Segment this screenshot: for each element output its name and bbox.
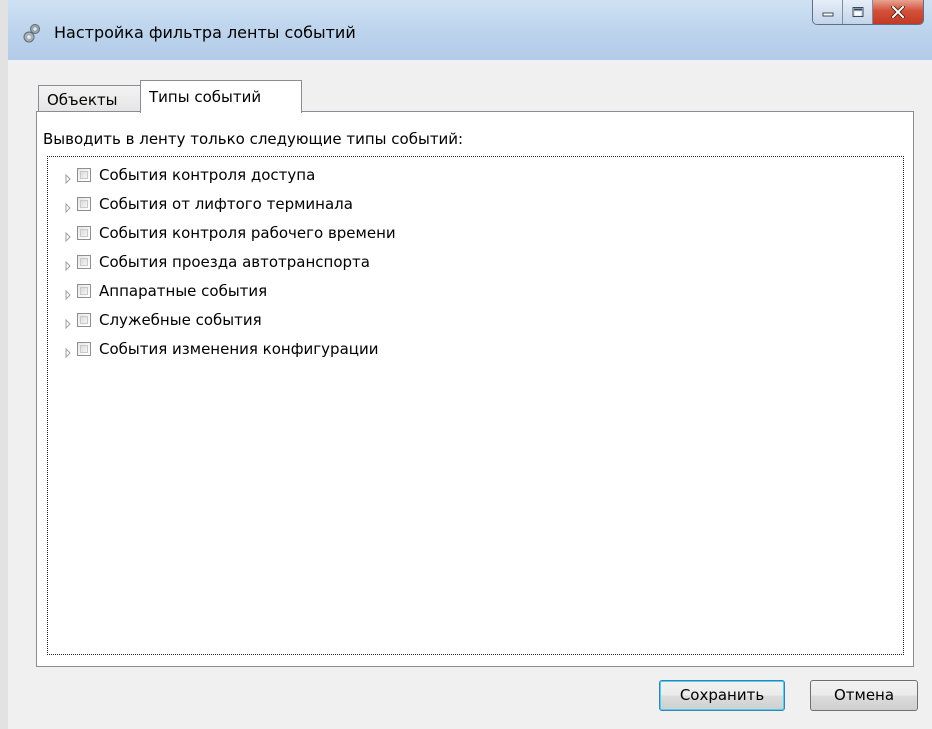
event-types-tree[interactable]: События контроля доступа События от лифт… bbox=[47, 156, 904, 655]
desktop-edge bbox=[0, 0, 8, 729]
tree-item-label: События проезда автотранспорта bbox=[99, 252, 370, 271]
expand-arrow-icon[interactable] bbox=[63, 228, 73, 242]
dialog-client-area: Объекты Типы событий Выводить в ленту то… bbox=[8, 60, 932, 729]
maximize-button[interactable] bbox=[843, 0, 873, 24]
checkbox[interactable] bbox=[77, 341, 91, 356]
minimize-button[interactable] bbox=[813, 0, 843, 24]
save-button[interactable]: Сохранить bbox=[659, 680, 785, 711]
gears-icon bbox=[22, 22, 42, 44]
tree-item-label: Служебные события bbox=[99, 310, 262, 329]
expand-arrow-icon[interactable] bbox=[63, 286, 73, 300]
tree-item-config-change[interactable]: События изменения конфигурации bbox=[48, 334, 378, 363]
tree-item-vehicle-passage[interactable]: События проезда автотранспорта bbox=[48, 247, 370, 276]
tree-item-label: События изменения конфигурации bbox=[99, 339, 379, 358]
expand-arrow-icon[interactable] bbox=[63, 257, 73, 271]
checkbox[interactable] bbox=[77, 283, 91, 298]
tree-item-access-control[interactable]: События контроля доступа bbox=[48, 160, 315, 189]
close-button[interactable] bbox=[873, 0, 923, 24]
tree-item-work-time[interactable]: События контроля рабочего времени bbox=[48, 218, 396, 247]
checkbox[interactable] bbox=[77, 167, 91, 182]
checkbox[interactable] bbox=[77, 225, 91, 240]
event-types-panel: Выводить в ленту только следующие типы с… bbox=[36, 111, 914, 667]
expand-arrow-icon[interactable] bbox=[63, 170, 73, 184]
tab-objects[interactable]: Объекты bbox=[38, 85, 141, 113]
tree-item-label: События от лифтого терминала bbox=[99, 194, 353, 213]
checkbox[interactable] bbox=[77, 196, 91, 211]
expand-arrow-icon[interactable] bbox=[63, 199, 73, 213]
tree-item-service[interactable]: Служебные события bbox=[48, 305, 262, 334]
title-bar[interactable]: Настройка фильтра ленты событий bbox=[8, 0, 932, 60]
tree-item-label: События контроля рабочего времени bbox=[99, 223, 396, 242]
tree-item-label: Аппаратные события bbox=[99, 281, 268, 300]
checkbox[interactable] bbox=[77, 312, 91, 327]
caption-buttons bbox=[812, 0, 924, 25]
tree-item-hardware[interactable]: Аппаратные события bbox=[48, 276, 267, 305]
expand-arrow-icon[interactable] bbox=[63, 315, 73, 329]
panel-caption: Выводить в ленту только следующие типы с… bbox=[43, 130, 464, 148]
tab-event-types[interactable]: Типы событий bbox=[140, 80, 302, 113]
checkbox[interactable] bbox=[77, 254, 91, 269]
window-title: Настройка фильтра ленты событий bbox=[54, 23, 356, 42]
expand-arrow-icon[interactable] bbox=[63, 344, 73, 358]
filter-settings-dialog: Настройка фильтра ленты событий Объекты bbox=[8, 0, 932, 729]
cancel-button[interactable]: Отмена bbox=[810, 680, 918, 711]
tree-item-lift-terminal[interactable]: События от лифтого терминала bbox=[48, 189, 353, 218]
tree-item-label: События контроля доступа bbox=[99, 165, 316, 184]
